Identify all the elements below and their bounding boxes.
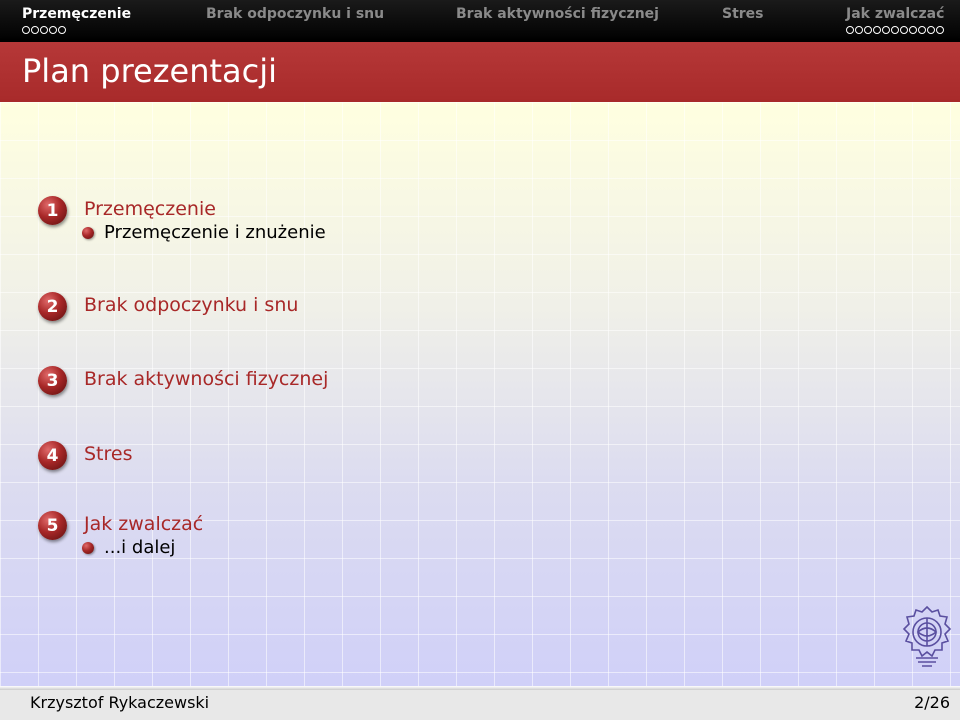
nav-slide-dot[interactable]	[49, 26, 57, 34]
slide-content-area	[0, 102, 960, 686]
toc-subsection-title: ...i dalej	[104, 537, 176, 558]
nav-slide-dot[interactable]	[900, 26, 908, 34]
page-number: 2/26	[914, 693, 950, 712]
bullet-icon	[82, 542, 94, 554]
toc-subsection-title: Przemęczenie i znużenie	[104, 222, 326, 243]
nav-slide-dot[interactable]	[927, 26, 935, 34]
toc-section-title: Brak aktywności fizycznej	[84, 368, 329, 390]
nav-slide-dot[interactable]	[22, 26, 30, 34]
section-navigation-bar: Przemęczenie Brak odpoczynku i snu Brak …	[0, 0, 960, 42]
toc-section-title: Przemęczenie	[84, 198, 216, 220]
footer-bar: Krzysztof Rykaczewski 2/26	[0, 686, 960, 720]
section-number-badge: 2	[38, 292, 67, 321]
section-number-badge: 3	[38, 366, 67, 395]
nav-slide-dots-jak-zwalczac	[846, 26, 944, 34]
nav-slide-dots-przemeczenie	[22, 26, 66, 34]
nav-slide-dot[interactable]	[909, 26, 917, 34]
nav-slide-dot[interactable]	[40, 26, 48, 34]
bullet-icon	[82, 227, 94, 239]
section-number-badge: 5	[38, 511, 67, 540]
nav-section-brak-aktywnosci[interactable]: Brak aktywności fizycznej	[456, 6, 659, 22]
toc-section-title: Brak odpoczynku i snu	[84, 294, 299, 316]
author-name: Krzysztof Rykaczewski	[30, 693, 210, 712]
nav-slide-dot[interactable]	[891, 26, 899, 34]
footer-divider	[0, 686, 960, 690]
frame-title: Plan prezentacji	[22, 52, 277, 90]
nav-slide-dot[interactable]	[864, 26, 872, 34]
toc-section-title: Stres	[84, 443, 133, 465]
nav-slide-dot[interactable]	[873, 26, 881, 34]
nav-slide-dot[interactable]	[58, 26, 66, 34]
frame-title-bar: Plan prezentacji	[0, 42, 960, 102]
nav-section-jak-zwalczac[interactable]: Jak zwalczać	[846, 6, 944, 22]
nav-slide-dot[interactable]	[846, 26, 854, 34]
nav-section-stres[interactable]: Stres	[722, 6, 764, 22]
nav-slide-dot[interactable]	[855, 26, 863, 34]
nav-slide-dot[interactable]	[918, 26, 926, 34]
nav-slide-dot[interactable]	[31, 26, 39, 34]
nav-slide-dot[interactable]	[882, 26, 890, 34]
section-number-badge: 4	[38, 441, 67, 470]
nav-section-brak-odpoczynku[interactable]: Brak odpoczynku i snu	[206, 6, 384, 22]
nav-section-przemeczenie[interactable]: Przemęczenie	[22, 6, 131, 22]
university-logo-icon	[902, 605, 952, 667]
section-number-badge: 1	[38, 196, 67, 225]
nav-slide-dot[interactable]	[936, 26, 944, 34]
toc-section-title: Jak zwalczać	[84, 513, 204, 535]
